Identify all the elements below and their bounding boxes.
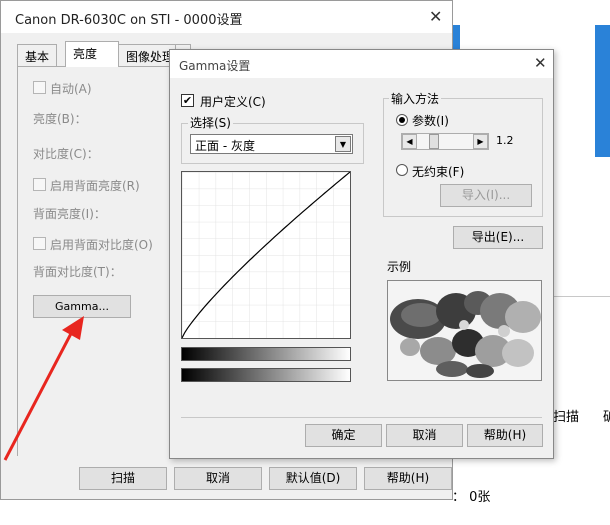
channel-select-value: 正面 - 灰度 — [195, 139, 255, 153]
import-button[interactable]: 导入(I)... — [440, 184, 532, 207]
dialog-help-button[interactable]: 帮助(H) — [467, 424, 543, 447]
back-brightness-label: 背面亮度(I)： — [33, 207, 106, 221]
cancel-button[interactable]: 取消 — [174, 467, 262, 490]
select-group-label: 选择(S) — [188, 114, 233, 131]
sample-fruit-picture — [388, 281, 541, 380]
gamma-titlebar: Gamma设置 ✕ — [170, 50, 553, 78]
dialog-separator — [181, 417, 542, 418]
unconstrained-label: 无约束(F) — [412, 165, 465, 179]
user-defined-label: 用户定义(C) — [200, 95, 266, 109]
contrast-label: 对比度(C)： — [33, 147, 99, 161]
brightness-label: 亮度(B)： — [33, 112, 87, 126]
gamma-dialog-title: Gamma设置 — [179, 59, 251, 73]
param-value: 1.2 — [496, 134, 514, 147]
channel-select[interactable]: 正面 - 灰度 ▼ — [190, 134, 353, 154]
input-gradient-bar — [181, 347, 351, 361]
sample-preview-image — [387, 280, 542, 381]
background-partial-label: 矿 — [603, 410, 610, 425]
arrow-right-icon[interactable]: ▶ — [473, 134, 488, 149]
background-scan-label: 扫描 — [553, 410, 580, 425]
chevron-down-icon[interactable]: ▼ — [335, 136, 351, 152]
scan-button[interactable]: 扫描 — [79, 467, 167, 490]
ok-button[interactable]: 确定 — [305, 424, 382, 447]
auto-checkbox[interactable] — [33, 81, 46, 94]
sample-label: 示例 — [387, 260, 412, 274]
help-button[interactable]: 帮助(H) — [364, 467, 452, 490]
gamma-slider[interactable]: ◀ ▶ — [401, 133, 489, 150]
slider-thumb[interactable] — [429, 134, 439, 149]
param-label: 参数(I) — [412, 114, 449, 128]
check-icon[interactable]: ✔ — [181, 94, 194, 107]
back-contrast-label: 背面对比度(T)： — [33, 265, 122, 279]
close-icon[interactable]: ✕ — [534, 54, 547, 72]
back-brightness-enable-label: 启用背面亮度(R) — [50, 179, 140, 193]
unconstrained-radio[interactable] — [396, 164, 408, 176]
main-titlebar: Canon DR-6030C on STI - 0000设置 ✕ — [1, 1, 452, 33]
background-image-tile-right — [595, 25, 610, 157]
tab-basic[interactable]: 基本 — [17, 44, 58, 66]
gamma-settings-dialog: Gamma设置 ✕ ✔ 用户定义(C) 选择(S) 正面 - 灰度 ▼ 输入方法… — [169, 49, 554, 459]
background-page-count: ： 0张 — [452, 490, 491, 505]
auto-label: 自动(A) — [50, 82, 92, 96]
export-button[interactable]: 导出(E)... — [453, 226, 543, 249]
main-window-title: Canon DR-6030C on STI - 0000设置 — [15, 13, 243, 28]
output-gradient-bar — [181, 368, 351, 382]
annotation-arrow-icon — [3, 316, 84, 461]
tab-brightness[interactable]: 亮度 — [65, 41, 119, 67]
back-contrast-enable-label: 启用背面对比度(O) — [50, 238, 153, 252]
dialog-cancel-button[interactable]: 取消 — [386, 424, 463, 447]
close-icon[interactable]: ✕ — [429, 7, 442, 26]
gamma-curve-graph[interactable] — [181, 171, 351, 339]
input-method-label: 输入方法 — [389, 90, 442, 107]
default-button[interactable]: 默认值(D) — [269, 467, 357, 490]
back-contrast-checkbox[interactable] — [33, 237, 46, 250]
param-radio[interactable] — [396, 114, 408, 126]
gamma-curve-svg — [181, 171, 351, 339]
arrow-left-icon[interactable]: ◀ — [402, 134, 417, 149]
background-divider — [550, 296, 610, 297]
back-brightness-checkbox[interactable] — [33, 178, 46, 191]
